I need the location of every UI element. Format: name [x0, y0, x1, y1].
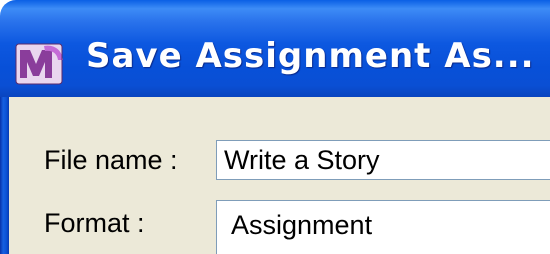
- format-label: Format :: [44, 208, 145, 238]
- title-bar[interactable]: Save Assignment As...: [0, 0, 550, 97]
- save-assignment-dialog: Save Assignment As... File name : Write …: [0, 0, 550, 254]
- window-title: Save Assignment As...: [86, 36, 535, 76]
- file-name-label: File name :: [44, 145, 178, 175]
- window-left-border: [0, 97, 9, 254]
- file-name-value: Write a Story: [224, 145, 380, 175]
- format-select[interactable]: Assignment: [216, 200, 550, 254]
- file-name-field[interactable]: Write a Story: [216, 140, 550, 180]
- format-value: Assignment: [231, 210, 373, 240]
- app-logo-icon: [15, 43, 63, 85]
